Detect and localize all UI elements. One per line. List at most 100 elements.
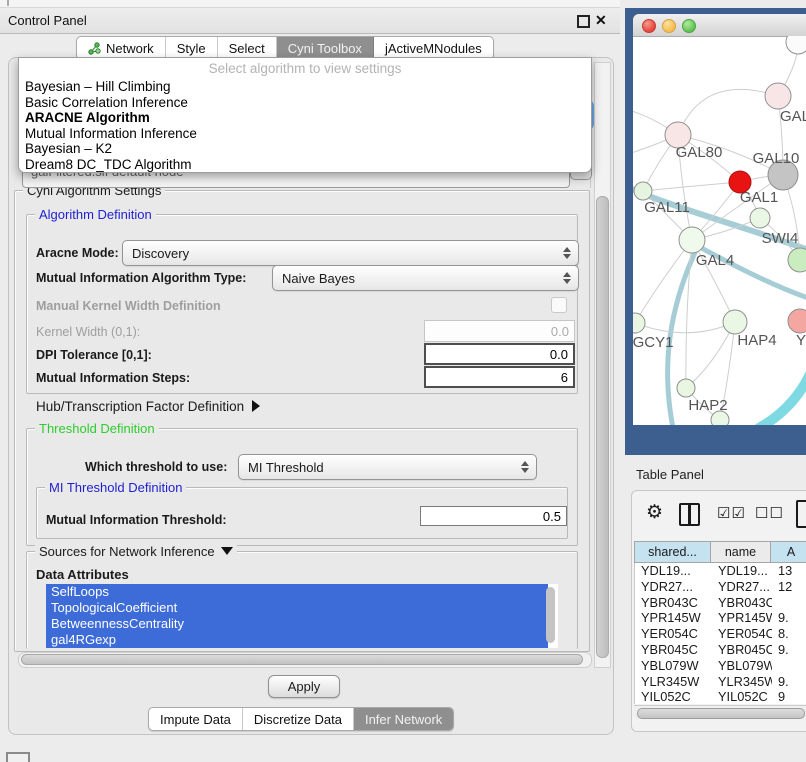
kernel-width-field[interactable]: 0.0	[424, 320, 575, 342]
threshold-definition-title: Threshold Definition	[35, 421, 159, 436]
data-attributes-label: Data Attributes	[36, 567, 129, 582]
table-toolbar: ⚙ ☑☑ ☐☐	[632, 491, 806, 539]
table-row[interactable]: YLR345W YLR345W 9.	[635, 674, 806, 690]
control-panel-title: Control Panel	[8, 13, 87, 28]
network-node-label: GAL80	[676, 144, 723, 161]
select-columns-checked-icon[interactable]: ☑☑	[717, 504, 746, 522]
tab-cyni-toolbox[interactable]: Cyni Toolbox	[277, 37, 374, 59]
network-node[interactable]	[723, 310, 747, 334]
gear-icon[interactable]: ⚙	[646, 502, 663, 524]
tab-infer-network[interactable]: Infer Network	[354, 708, 453, 730]
mi-steps-field[interactable]: 6	[424, 366, 575, 388]
data-attributes-list[interactable]: SelfLoopsTopologicalCoefficientBetweenne…	[46, 584, 558, 648]
algorithm-option[interactable]: Bayesian – Hill Climbing	[23, 79, 587, 95]
algorithm-option[interactable]: Mutual Information Inference	[23, 126, 587, 142]
attribute-list-scrollbar[interactable]	[546, 587, 555, 643]
column-header-name[interactable]: name	[711, 541, 771, 563]
table-row[interactable]: YER054C YER054C 8.	[635, 626, 806, 642]
window-zoom-icon[interactable]	[682, 19, 696, 33]
column-header-shared-name[interactable]: shared...	[634, 541, 711, 563]
network-node[interactable]	[633, 313, 645, 333]
attribute-item[interactable]: BetweennessCentrality	[46, 616, 548, 632]
table-row[interactable]: YDR27... YDR27... 12	[635, 579, 806, 595]
collapse-down-icon	[221, 547, 233, 555]
tab-impute-data[interactable]: Impute Data	[149, 708, 243, 730]
network-icon	[88, 42, 101, 55]
settings-vertical-scrollbar[interactable]	[594, 62, 611, 668]
attribute-item[interactable]: gal4RGexp	[46, 632, 548, 648]
which-threshold-label: Which threshold to use:	[85, 460, 227, 474]
algorithm-option[interactable]: ARACNE Algorithm	[23, 110, 587, 126]
dpi-tolerance-field[interactable]: 0.0	[424, 343, 575, 365]
cyni-bottom-tabs: Impute Data Discretize Data Infer Networ…	[148, 707, 454, 731]
algorithm-option[interactable]: Dream8 DC_TDC Algorithm	[23, 157, 587, 173]
corner-tick	[7, 0, 9, 6]
column-header-clipped[interactable]: A	[771, 541, 806, 563]
mi-type-combo[interactable]: Naive Bayes	[272, 265, 579, 291]
table-horizontal-scrollbar-thumb[interactable]	[637, 708, 805, 719]
tab-discretize-data[interactable]: Discretize Data	[243, 708, 354, 730]
network-node[interactable]	[679, 227, 705, 253]
network-window-titlebar[interactable]	[633, 14, 806, 37]
network-node-label: GAL	[780, 108, 806, 125]
algorithm-option[interactable]: Basic Correlation Inference	[23, 95, 587, 111]
network-node[interactable]	[788, 248, 806, 272]
table-row[interactable]: YDL19... YDL19... 13	[635, 563, 806, 579]
network-node[interactable]	[711, 411, 729, 425]
network-node-label: SWI4	[762, 230, 799, 247]
table-panel: ⚙ ☑☑ ☐☐ shared... name A YDL19... YDL19.…	[631, 490, 806, 732]
tab-network-label: Network	[106, 41, 154, 56]
tab-jactivemnodules[interactable]: jActiveMNodules	[374, 37, 493, 59]
tab-style[interactable]: Style	[166, 37, 218, 59]
network-select-combo-clipped[interactable]: galFiltered.sif default node	[22, 172, 570, 188]
document-icon[interactable]	[796, 500, 806, 528]
control-panel-titlebar: Control Panel ✕	[0, 8, 620, 34]
table-row[interactable]: YBL079W YBL079W	[635, 658, 806, 674]
settings-vertical-scrollbar-thumb[interactable]	[596, 196, 609, 658]
float-window-icon[interactable]	[577, 15, 590, 28]
kernel-width-label: Kernel Width (0,1):	[36, 325, 140, 339]
network-node[interactable]	[788, 309, 806, 333]
select-columns-unchecked-icon[interactable]: ☐☐	[755, 504, 784, 522]
table-row[interactable]: YBR043C YBR043C	[635, 595, 806, 611]
sources-toggle[interactable]: Sources for Network Inference	[35, 544, 237, 559]
docked-panel-icon[interactable]	[6, 752, 30, 762]
aracne-mode-label: Aracne Mode:	[36, 246, 119, 260]
window-minimize-icon[interactable]	[662, 19, 676, 33]
top-strip	[0, 0, 620, 8]
network-node[interactable]	[634, 182, 652, 200]
mi-threshold-field[interactable]: 0.5	[420, 506, 567, 526]
algorithm-option[interactable]: Bayesian – K2	[23, 141, 587, 157]
node-table: shared... name A YDL19... YDL19... 13 YD…	[634, 541, 806, 704]
network-node[interactable]	[750, 208, 770, 228]
split-view-icon[interactable]	[679, 503, 700, 526]
manual-kernel-checkbox[interactable]	[551, 297, 567, 313]
tab-select[interactable]: Select	[218, 37, 277, 59]
table-row[interactable]: YBR045C YBR045C 9.	[635, 642, 806, 658]
settings-horizontal-scrollbar[interactable]	[18, 652, 592, 668]
combo-stepper-icon	[521, 461, 529, 473]
combo-stepper-icon	[563, 272, 571, 284]
network-node[interactable]	[765, 83, 791, 109]
close-icon[interactable]: ✕	[595, 12, 607, 28]
tab-network[interactable]: Network	[77, 37, 166, 59]
settings-horizontal-scrollbar-thumb[interactable]	[21, 654, 583, 665]
network-node[interactable]	[786, 36, 806, 54]
table-row[interactable]: YIL052C YIL052C 9	[635, 689, 806, 704]
attribute-item[interactable]: TopologicalCoefficient	[46, 600, 548, 616]
apply-button[interactable]: Apply	[268, 675, 340, 698]
table-row[interactable]: YPR145W YPR145W 9.	[635, 610, 806, 626]
which-threshold-combo[interactable]: MI Threshold	[238, 454, 537, 480]
window-close-icon[interactable]	[642, 19, 656, 33]
mi-type-label: Mutual Information Algorithm Type:	[36, 271, 246, 285]
network-node[interactable]	[677, 379, 695, 397]
table-horizontal-scrollbar[interactable]	[634, 705, 806, 719]
attribute-item[interactable]: SelfLoops	[46, 584, 548, 600]
network-node-label: GCY1	[633, 334, 673, 351]
aracne-mode-combo[interactable]: Discovery	[122, 240, 579, 266]
hub-definition-toggle[interactable]: Hub/Transcription Factor Definition	[36, 399, 260, 414]
mi-steps-label: Mutual Information Steps:	[36, 371, 190, 385]
network-canvas[interactable]: GALGAL80GAL10GAL1GAL11SWI4GAL4GCY1HAP4YH…	[633, 36, 806, 425]
manual-kernel-label: Manual Kernel Width Definition	[36, 299, 221, 313]
network-node-label: GAL4	[696, 252, 734, 269]
